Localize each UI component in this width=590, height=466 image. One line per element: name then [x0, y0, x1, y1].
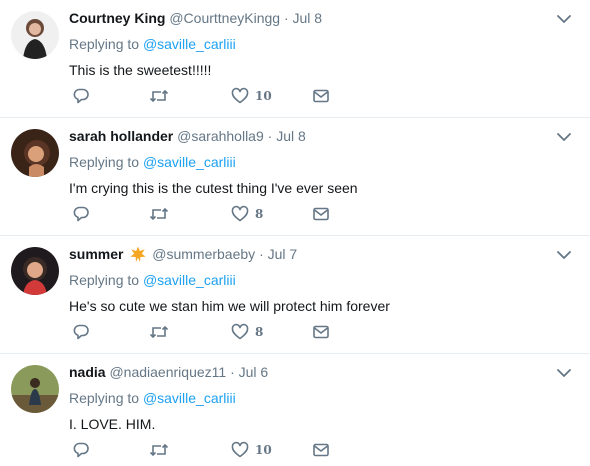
heart-icon: [231, 441, 249, 458]
reply-feed: Courtney King @CourttneyKingg · Jul 8 Re…: [0, 0, 590, 466]
replying-to: Replying to @saville_carliii: [69, 35, 550, 53]
retweet-button[interactable]: [149, 321, 169, 343]
reply-mention-link[interactable]: @saville_carliii: [143, 272, 236, 288]
avatar-photo-icon: [11, 129, 59, 177]
tweet-text: I. LOVE. HIM.: [69, 416, 156, 432]
user-handle[interactable]: @CourttneyKingg: [169, 10, 280, 26]
retweet-icon: [149, 89, 169, 103]
replying-to-label: Replying to: [69, 390, 140, 406]
tweet-actions: 8: [72, 321, 332, 343]
reply-mention-link[interactable]: @saville_carliii: [143, 36, 236, 52]
heart-icon: [231, 323, 249, 340]
tweet-header: Courtney King @CourttneyKingg · Jul 8: [69, 9, 550, 27]
separator-dot: ·: [230, 364, 235, 380]
reply-button[interactable]: [72, 439, 90, 461]
reply-button[interactable]: [72, 85, 90, 107]
heart-icon: [231, 205, 249, 222]
direct-message-button[interactable]: [312, 439, 330, 461]
reply-icon: [73, 88, 89, 104]
display-name[interactable]: sarah hollander: [69, 128, 173, 144]
tweet-actions: 8: [72, 203, 332, 225]
separator-dot: ·: [259, 246, 264, 262]
tweet-actions: 10: [72, 85, 332, 107]
like-count: 10: [255, 89, 272, 103]
reply-mention-link[interactable]: @saville_carliii: [143, 390, 236, 406]
envelope-icon: [313, 325, 329, 339]
tweet-text: This is the sweetest!!!!!: [69, 62, 212, 78]
retweet-button[interactable]: [149, 203, 169, 225]
like-button[interactable]: 8: [231, 203, 263, 225]
chevron-down-icon[interactable]: [556, 12, 572, 26]
avatar[interactable]: [11, 11, 59, 59]
timestamp[interactable]: Jul 7: [268, 246, 298, 262]
direct-message-button[interactable]: [312, 203, 330, 225]
like-count: 8: [255, 207, 264, 221]
replying-to-label: Replying to: [69, 272, 140, 288]
tweet[interactable]: nadia @nadiaenriquez11 · Jul 6 Replying …: [0, 354, 590, 466]
chevron-down-icon[interactable]: [556, 366, 572, 380]
tweet-header: summer @summerbaeby · Jul 7: [69, 245, 550, 263]
display-name[interactable]: Courtney King: [69, 10, 165, 26]
like-count: 8: [255, 325, 264, 339]
replying-to-label: Replying to: [69, 36, 140, 52]
retweet-icon: [149, 443, 169, 457]
envelope-icon: [313, 207, 329, 221]
reply-button[interactable]: [72, 203, 90, 225]
reply-icon: [73, 324, 89, 340]
chevron-down-icon[interactable]: [556, 248, 572, 262]
like-button[interactable]: 10: [231, 439, 272, 461]
avatar-photo-icon: [11, 11, 59, 59]
display-name[interactable]: summer: [69, 246, 123, 262]
reply-button[interactable]: [72, 321, 90, 343]
timestamp[interactable]: Jul 6: [239, 364, 269, 380]
envelope-icon: [313, 89, 329, 103]
replying-to: Replying to @saville_carliii: [69, 271, 550, 289]
replying-to-label: Replying to: [69, 154, 140, 170]
replying-to: Replying to @saville_carliii: [69, 153, 550, 171]
replying-to: Replying to @saville_carliii: [69, 389, 550, 407]
avatar[interactable]: [11, 247, 59, 295]
tweet[interactable]: Courtney King @CourttneyKingg · Jul 8 Re…: [0, 0, 590, 118]
timestamp[interactable]: Jul 8: [293, 10, 323, 26]
chevron-down-icon[interactable]: [556, 130, 572, 144]
user-handle[interactable]: @sarahholla9: [177, 128, 264, 144]
heart-icon: [231, 87, 249, 104]
tweet-actions: 10: [72, 439, 332, 461]
direct-message-button[interactable]: [312, 85, 330, 107]
like-count: 10: [255, 443, 272, 457]
user-handle[interactable]: @summerbaeby: [152, 246, 255, 262]
tweet[interactable]: summer @summerbaeby · Jul 7 Replying to …: [0, 236, 590, 354]
like-button[interactable]: 10: [231, 85, 272, 107]
retweet-button[interactable]: [149, 439, 169, 461]
tweet-text: I'm crying this is the cutest thing I've…: [69, 180, 358, 196]
tweet[interactable]: sarah hollander @sarahholla9 · Jul 8 Rep…: [0, 118, 590, 236]
reply-mention-link[interactable]: @saville_carliii: [143, 154, 236, 170]
retweet-icon: [149, 207, 169, 221]
retweet-icon: [149, 325, 169, 339]
tweet-header: nadia @nadiaenriquez11 · Jul 6: [69, 363, 550, 381]
avatar[interactable]: [11, 129, 59, 177]
display-name[interactable]: nadia: [69, 364, 106, 380]
avatar[interactable]: [11, 365, 59, 413]
reply-icon: [73, 442, 89, 458]
direct-message-button[interactable]: [312, 321, 330, 343]
avatar-photo-icon: [11, 247, 59, 295]
star-badge-icon: [130, 246, 146, 262]
timestamp[interactable]: Jul 8: [276, 128, 306, 144]
avatar-photo-icon: [11, 365, 59, 413]
reply-icon: [73, 206, 89, 222]
separator-dot: ·: [267, 128, 273, 144]
retweet-button[interactable]: [149, 85, 169, 107]
user-handle[interactable]: @nadiaenriquez11: [109, 364, 226, 380]
separator-dot: ·: [283, 10, 289, 26]
tweet-text: He's so cute we stan him we will protect…: [69, 298, 390, 314]
like-button[interactable]: 8: [231, 321, 263, 343]
tweet-header: sarah hollander @sarahholla9 · Jul 8: [69, 127, 550, 145]
envelope-icon: [313, 443, 329, 457]
